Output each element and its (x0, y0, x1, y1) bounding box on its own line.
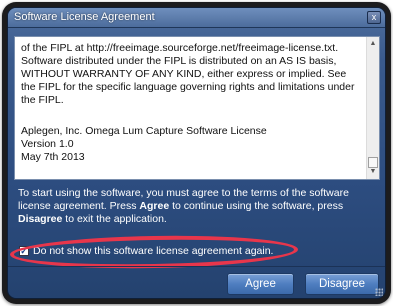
disagree-keyword: Disagree (18, 213, 63, 225)
instructions-part: to continue using the software, press (169, 200, 344, 212)
license-footer-line: Aplegen, Inc. Omega Lum Capture Software… (21, 125, 267, 137)
close-button[interactable]: x (367, 11, 381, 24)
dialog-frame: Software License Agreement x of the FIPL… (2, 2, 391, 304)
instructions-part: to exit the application. (62, 213, 167, 225)
agree-keyword: Agree (139, 200, 170, 212)
agree-button[interactable]: Agree (227, 273, 294, 295)
window-title: Software License Agreement (14, 11, 155, 23)
license-footer-line: Version 1.0 (21, 138, 74, 150)
license-text: of the FIPL at http://freeimage.sourcefo… (21, 42, 363, 164)
divider (8, 266, 385, 267)
license-dialog: Software License Agreement x of the FIPL… (7, 7, 386, 299)
license-footer-line: May 7th 2013 (21, 151, 85, 163)
red-highlight-ellipse (9, 233, 299, 271)
close-icon: x (371, 12, 377, 22)
vertical-scrollbar[interactable]: ▲ ▼ (366, 37, 379, 179)
license-text-box[interactable]: of the FIPL at http://freeimage.sourcefo… (14, 36, 380, 180)
license-paragraph: of the FIPL at http://freeimage.sourcefo… (21, 42, 355, 106)
title-bar[interactable]: Software License Agreement x (8, 8, 385, 28)
instructions-text: To start using the software, you must ag… (18, 187, 376, 226)
scroll-up-icon[interactable]: ▲ (367, 38, 379, 50)
disagree-button[interactable]: Disagree (305, 273, 379, 295)
resize-grip-icon[interactable] (375, 288, 383, 296)
scroll-down-icon[interactable]: ▼ (367, 166, 379, 178)
